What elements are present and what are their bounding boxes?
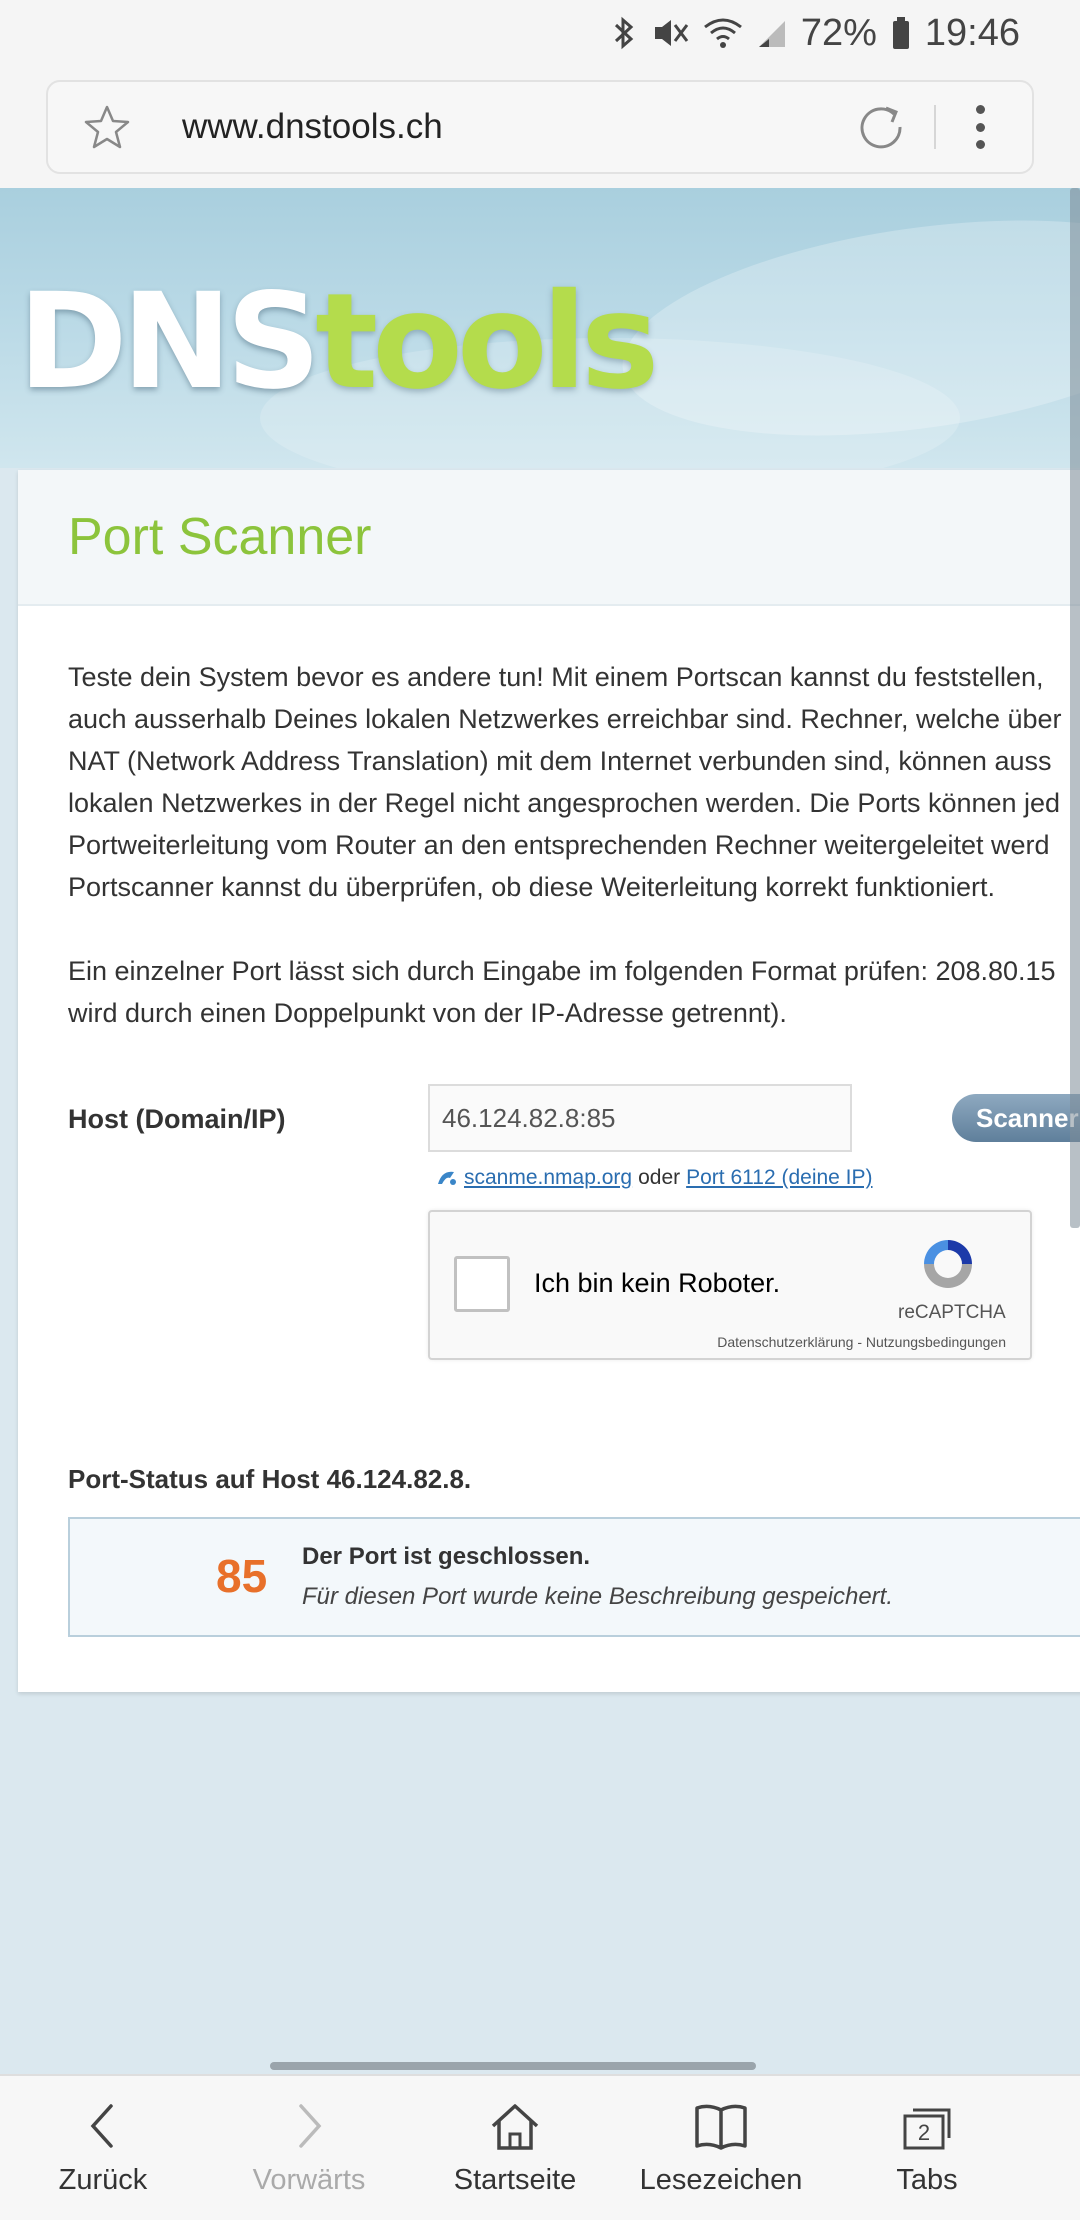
nav-home-button[interactable]: Startseite [412,2076,618,2220]
link-own-ip[interactable]: Port 6112 (deine IP) [686,1166,872,1190]
reload-icon[interactable] [856,102,906,152]
scan-button[interactable]: Scanner [952,1094,1080,1142]
host-input[interactable]: 46.124.82.8:85 [428,1084,852,1152]
result-status: Der Port ist geschlossen. [302,1543,591,1570]
result-heading: Port-Status auf Host 46.124.82.8. [68,1464,472,1494]
chevron-left-icon [90,2104,113,2148]
bookmark-star-icon[interactable] [82,102,132,152]
nav-forward-button[interactable]: Vorwärts [206,2076,412,2220]
format-paragraph: Ein einzelner Port lässt sich durch Eing… [68,956,1056,1028]
result-description: Für diesen Port wurde keine Beschreibung… [302,1583,893,1610]
clock: 19:46 [924,11,1020,54]
tabs-icon: 2 [903,2108,951,2150]
signal-icon [758,21,785,47]
nav-back-label: Zurück [58,2164,148,2196]
page-title: Port Scanner [68,508,372,566]
url-text[interactable]: www.dnstools.ch [182,107,856,147]
card-header: Port Scanner [18,470,1080,606]
scan-form: Host (Domain/IP) 46.124.82.8:85 Scanner … [68,1084,1080,1384]
recaptcha-logo-icon [924,1240,972,1288]
recaptcha-brand: reCAPTCHA [898,1302,1006,1323]
battery-icon [892,17,909,49]
chevron-right-icon [299,2104,322,2148]
svg-text:2: 2 [918,2120,930,2145]
horizontal-scrollbar[interactable] [270,2062,756,2070]
toolbar-divider [934,105,936,149]
battery-percent: 72% [800,11,877,54]
mute-icon [654,20,689,46]
book-icon [695,2104,747,2150]
recaptcha-checkbox[interactable] [454,1256,510,1312]
result-box: 85 Der Port ist geschlossen. Für diesen … [68,1517,1080,1637]
example-links: scanme.nmap.org oder Port 6112 (deine IP… [436,1166,873,1190]
nav-bookmarks-label: Lesezeichen [639,2164,803,2196]
host-label: Host (Domain/IP) [68,1104,286,1134]
browser-menu-icon[interactable] [974,105,986,149]
recaptcha-widget: Ich bin kein Roboter. reCAPTCHA Datensch… [428,1210,1032,1360]
bottom-navigation: Zurück Vorwärts Startseite Lesezeichen 2… [0,2074,1080,2220]
content-card: Port Scanner Teste dein System bevor es … [18,470,1080,1692]
nav-forward-label: Vorwärts [252,2164,366,2196]
address-bar[interactable]: www.dnstools.ch [46,80,1034,174]
nav-bookmarks-button[interactable]: Lesezeichen [618,2076,824,2220]
link-scanme[interactable]: scanme.nmap.org [464,1166,632,1190]
link-separator: oder [638,1166,681,1189]
nav-back-button[interactable]: Zurück [0,2076,206,2220]
web-page: DNStools Port Scanner Teste dein System … [0,188,1080,2074]
recaptcha-label: Ich bin kein Roboter. [534,1268,781,1298]
nav-home-label: Startseite [453,2164,577,2196]
recaptcha-terms[interactable]: Datenschutzerklärung - Nutzungsbedingung… [717,1334,1006,1350]
intro-paragraph: Teste dein System bevor es andere tun! M… [68,662,1062,902]
site-banner: DNStools [0,188,1080,468]
nav-tabs-label: Tabs [896,2164,958,2196]
home-icon [491,2104,539,2150]
vertical-scrollbar[interactable] [1070,188,1080,1228]
status-bar: 72% 19:46 [0,0,1080,66]
bluetooth-icon [614,16,634,50]
nav-tabs-button[interactable]: 2 Tabs [824,2076,1030,2220]
browser-toolbar: www.dnstools.ch [0,66,1080,188]
site-logo[interactable]: DNStools [18,276,659,408]
wifi-icon [703,18,742,48]
result-port-number: 85 [216,1550,268,1602]
nmap-icon [438,1171,456,1185]
